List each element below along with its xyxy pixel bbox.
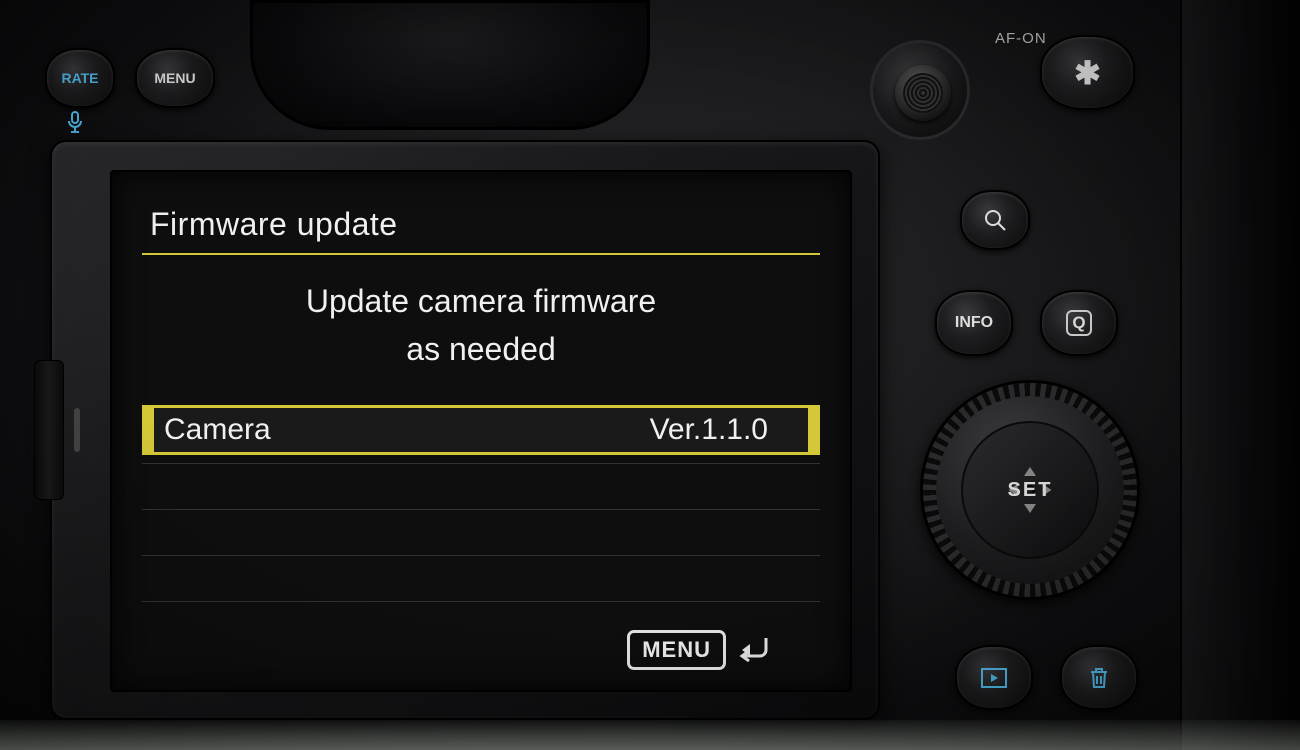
screen-subtitle: Update camera firmware as needed: [142, 277, 820, 373]
camera-grip: [1180, 0, 1300, 750]
table-surface: [0, 720, 1300, 750]
rate-button[interactable]: RATE: [45, 48, 115, 108]
playback-icon: [981, 668, 1007, 688]
ae-lock-star-button[interactable]: ✱: [1040, 35, 1135, 110]
af-on-label: AF-ON: [995, 30, 1047, 47]
viewfinder-housing: [250, 0, 650, 130]
lcd-hinge: [34, 360, 64, 500]
star-icon: ✱: [1074, 54, 1101, 92]
subtitle-line-2: as needed: [142, 325, 820, 373]
trash-icon: [1087, 665, 1111, 691]
info-label: INFO: [955, 314, 993, 332]
lcd-alignment-mark: [74, 408, 80, 452]
mic-icon: [65, 110, 85, 140]
menu-button[interactable]: MENU: [135, 48, 215, 108]
firmware-row-selected[interactable]: Camera Ver.1.1.0: [142, 405, 820, 455]
empty-row: [142, 463, 820, 509]
screen-title: Firmware update: [142, 202, 820, 255]
empty-row: [142, 509, 820, 555]
camera-body: RATE MENU AF-ON ✱ INFO Q: [0, 0, 1300, 750]
set-label: SET: [1008, 479, 1053, 502]
dial-dpad[interactable]: SET: [961, 421, 1099, 559]
delete-button[interactable]: [1060, 645, 1138, 710]
menu-hint-label: MENU: [627, 630, 726, 670]
lcd-screen[interactable]: Firmware update Update camera firmware a…: [110, 170, 852, 692]
empty-row: [142, 555, 820, 601]
dpad-down-icon[interactable]: [1024, 504, 1036, 513]
joystick-nub[interactable]: [895, 65, 951, 121]
menu-back-hint: MENU: [627, 630, 770, 670]
firmware-row-value: Ver.1.1.0: [650, 413, 768, 447]
subtitle-line-1: Update camera firmware: [142, 277, 820, 325]
empty-row-group: [142, 463, 820, 647]
q-icon: Q: [1066, 310, 1092, 336]
quick-control-button[interactable]: Q: [1040, 290, 1118, 356]
magnify-button[interactable]: [960, 190, 1030, 250]
dpad-up-icon[interactable]: [1024, 467, 1036, 476]
quick-control-dial[interactable]: SET: [920, 380, 1140, 600]
set-button[interactable]: SET: [1025, 485, 1035, 495]
back-arrow-icon: [736, 634, 770, 667]
firmware-row-label: Camera: [164, 413, 271, 447]
lcd-bezel: Firmware update Update camera firmware a…: [50, 140, 880, 720]
multi-controller-joystick[interactable]: [870, 40, 970, 140]
magnify-icon: [982, 207, 1008, 233]
info-button[interactable]: INFO: [935, 290, 1013, 356]
playback-button[interactable]: [955, 645, 1033, 710]
rate-label: RATE: [61, 70, 98, 86]
menu-label: MENU: [154, 70, 195, 86]
